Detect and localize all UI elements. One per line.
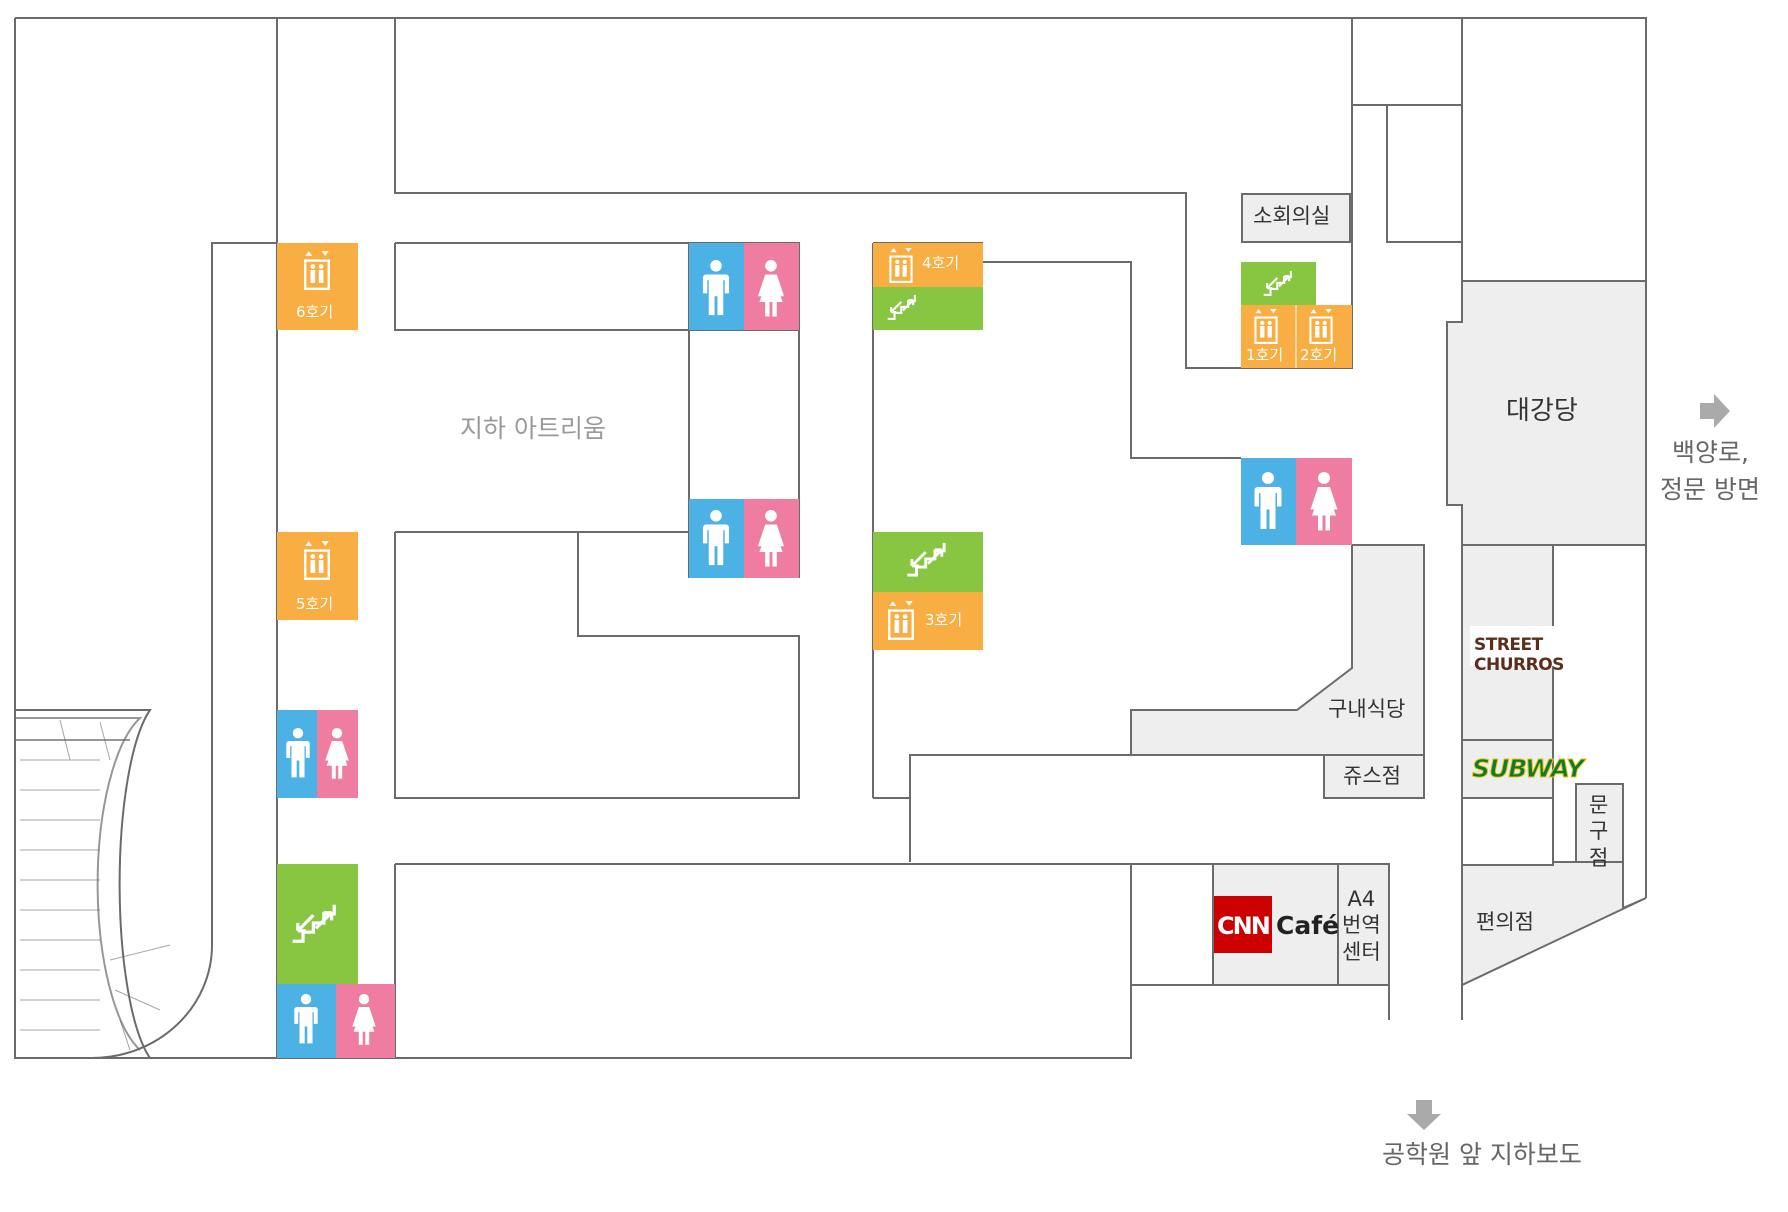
elevators bbox=[277, 243, 1352, 650]
stationery-char-1: 문 bbox=[1589, 793, 1609, 817]
stationery-char-3: 점 bbox=[1589, 845, 1609, 870]
east-exit-line-2: 정문 방면 bbox=[1660, 475, 1760, 504]
restrooms bbox=[277, 243, 1352, 1058]
cafeteria-label: 구내식당 bbox=[1328, 697, 1406, 721]
cafeteria-area bbox=[1130, 544, 1425, 756]
stairs-4 bbox=[873, 287, 983, 330]
elevator-4-label: 4호기 bbox=[922, 254, 960, 272]
stairs bbox=[277, 262, 1316, 984]
cnn-wordmark: CNN bbox=[1217, 912, 1271, 940]
elevator-3-label: 3호기 bbox=[925, 611, 963, 629]
floor-map: 6호기 5호기 4호기 3호기 1호기 2호기 지하 아트리움 소회의실 대강당… bbox=[0, 0, 1788, 1212]
ramp-treads bbox=[20, 719, 171, 1051]
east-exit-line-1: 백양로, bbox=[1672, 438, 1749, 467]
atrium-label: 지하 아트리움 bbox=[460, 414, 606, 443]
cnn-cafe-wordmark: Café bbox=[1276, 911, 1340, 940]
convenience-store-label: 편의점 bbox=[1476, 910, 1534, 934]
juice-shop-label: 쥬스점 bbox=[1343, 764, 1401, 788]
translation-line-1: A4 bbox=[1347, 887, 1376, 911]
stationery-store-label: 문 구 점 bbox=[1589, 792, 1608, 871]
elevator-1-label: 1호기 bbox=[1246, 346, 1284, 364]
arrow-icon bbox=[1407, 1100, 1441, 1130]
auditorium-label: 대강당 bbox=[1506, 396, 1578, 426]
elevator-5-label: 5호기 bbox=[296, 595, 334, 613]
south-exit-label: 공학원 앞 지하보도 bbox=[1382, 1140, 1582, 1169]
street-churros-logo: STREET CHURROS bbox=[1470, 626, 1622, 675]
elevator-6-label: 6호기 bbox=[296, 303, 334, 321]
meeting-room-label: 소회의실 bbox=[1253, 204, 1331, 228]
translation-line-2: 번역 bbox=[1342, 913, 1381, 938]
elevator-2-label: 2호기 bbox=[1300, 346, 1338, 364]
cnn-logo: CNN bbox=[1214, 896, 1272, 953]
street-churros-wordmark: STREET CHURROS bbox=[1474, 635, 1564, 675]
walls bbox=[14, 17, 1647, 1059]
translation-line-3: 센터 bbox=[1342, 939, 1381, 964]
subway-logo: SUBWAY bbox=[1466, 748, 1590, 788]
stationery-char-2: 구 bbox=[1589, 819, 1609, 844]
floor-plan bbox=[14, 17, 1730, 1130]
arrow-icon bbox=[1700, 394, 1730, 428]
subway-wordmark: SUBWAY bbox=[1471, 754, 1584, 784]
translation-center-label: A4 번역 센터 bbox=[1342, 886, 1381, 965]
